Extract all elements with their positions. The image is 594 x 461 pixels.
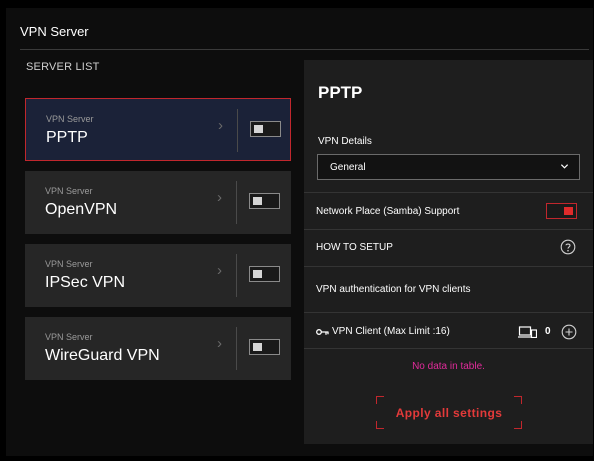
chevron-right-icon: › [217,262,222,279]
detail-title: PPTP [318,83,363,102]
server-card-name: IPSec VPN [45,274,126,291]
client-count: 0 [545,326,551,337]
server-card-caption: VPN Server [45,186,93,196]
add-icon[interactable] [561,324,577,340]
server-card-openvpn[interactable]: VPN Server OpenVPN › [25,171,291,234]
auth-label: VPN authentication for VPN clients [316,284,471,295]
chevron-down-icon [560,164,569,169]
button-corner [514,396,522,404]
pptp-toggle[interactable] [250,121,281,137]
vpn-details-label: VPN Details [318,136,372,147]
toggle-knob [253,270,262,278]
samba-label: Network Place (Samba) Support [316,206,460,217]
card-divider [237,109,238,152]
help-icon[interactable] [560,239,576,255]
server-card-caption: VPN Server [46,114,94,124]
card-divider [236,181,237,224]
apply-button-label: Apply all settings [395,406,503,420]
server-card-ipsec[interactable]: VPN Server IPSec VPN › [25,244,291,307]
server-card-caption: VPN Server [45,332,93,342]
vpn-client-label: VPN Client (Max Limit :16) [332,326,450,337]
select-value: General [330,162,366,173]
server-card-name: WireGuard VPN [45,347,160,364]
ipsec-toggle[interactable] [249,266,280,282]
chevron-right-icon: › [217,335,222,352]
page-title: VPN Server [20,24,89,39]
chevron-right-icon: › [218,117,223,134]
apply-button[interactable]: Apply all settings [376,396,522,429]
empty-table-message: No data in table. [412,361,485,372]
button-corner [376,421,384,429]
vpn-details-select[interactable]: General [317,154,580,180]
server-list-label: SERVER LIST [26,61,100,73]
row-divider [304,312,593,313]
row-divider [304,192,593,193]
detail-panel: PPTP VPN Details General Network Place (… [304,60,593,444]
server-card-wireguard[interactable]: VPN Server WireGuard VPN › [25,317,291,380]
button-corner [376,396,384,404]
row-divider [304,266,593,267]
title-divider [20,49,589,50]
toggle-knob [564,207,573,215]
toggle-knob [253,197,262,205]
openvpn-toggle[interactable] [249,193,280,209]
toggle-knob [254,125,263,133]
how-to-setup-label: HOW TO SETUP [316,242,393,253]
samba-toggle[interactable] [546,203,577,219]
devices-icon [518,326,537,338]
card-divider [236,327,237,370]
row-divider [304,229,593,230]
key-icon [316,329,329,335]
toggle-knob [253,343,262,351]
server-card-pptp[interactable]: VPN Server PPTP › [25,98,291,161]
server-card-name: PPTP [46,129,88,146]
card-divider [236,254,237,297]
chevron-right-icon: › [217,189,222,206]
row-divider [304,348,593,349]
server-card-caption: VPN Server [45,259,93,269]
button-corner [514,421,522,429]
server-card-name: OpenVPN [45,201,118,218]
wireguard-toggle[interactable] [249,339,280,355]
